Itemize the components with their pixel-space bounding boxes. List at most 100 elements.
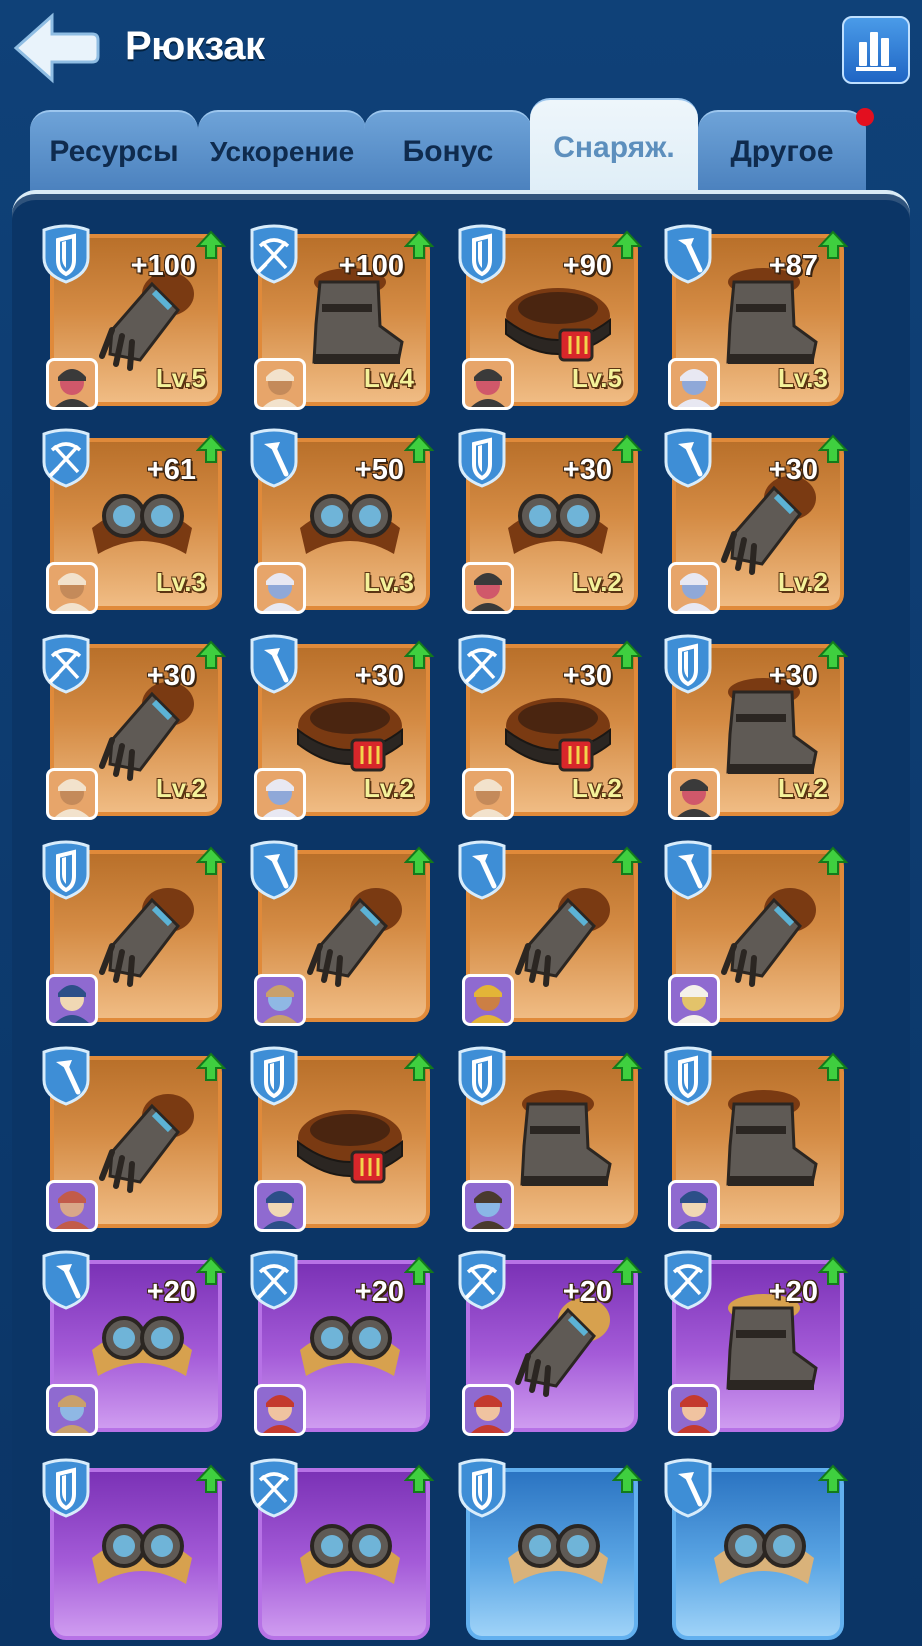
equipment-card[interactable]: +30 Lv.2 <box>664 428 849 614</box>
equipment-card[interactable] <box>458 840 643 1026</box>
equipment-card[interactable] <box>664 840 849 1026</box>
equipment-card[interactable] <box>42 1046 227 1232</box>
stats-button[interactable] <box>842 16 910 84</box>
upgrade-arrow-icon <box>403 846 435 876</box>
upgrade-arrow-icon <box>195 434 227 464</box>
hammer-type-icon <box>246 840 302 900</box>
upgrade-arrow-icon <box>195 846 227 876</box>
hero-avatar <box>668 1384 720 1436</box>
crossbow-type-icon <box>38 428 94 488</box>
equipment-card[interactable] <box>42 1458 227 1640</box>
upgrade-arrow-icon <box>611 230 643 260</box>
gauntlet-icon <box>498 880 618 990</box>
boot-icon <box>498 1086 618 1196</box>
hero-avatar <box>46 562 98 614</box>
goggles-icon <box>704 1498 824 1608</box>
level-label: Lv.2 <box>777 567 828 597</box>
crossbow-type-icon <box>246 1250 302 1310</box>
tab-equipment[interactable]: Снаряж. <box>530 98 698 194</box>
equipment-card[interactable] <box>250 1046 435 1232</box>
upgrade-arrow-icon <box>403 1256 435 1286</box>
hammer-type-icon <box>246 634 302 694</box>
bonus-value: +20 <box>354 1276 404 1308</box>
equipment-card[interactable] <box>42 840 227 1026</box>
hammer-type-icon <box>660 428 716 488</box>
shield-type-icon <box>660 1046 716 1106</box>
upgrade-arrow-icon <box>403 434 435 464</box>
hero-avatar <box>462 974 514 1026</box>
hero-avatar <box>668 562 720 614</box>
hammer-type-icon <box>660 224 716 284</box>
shield-type-icon <box>38 840 94 900</box>
upgrade-arrow-icon <box>611 1464 643 1494</box>
equipment-card[interactable] <box>458 1458 643 1640</box>
level-label: Lv.2 <box>571 567 622 597</box>
equipment-card[interactable]: +100 Lv.4 <box>250 224 435 410</box>
equipment-card[interactable]: +20 <box>42 1250 227 1436</box>
hero-avatar <box>254 1180 306 1232</box>
equipment-card[interactable] <box>664 1046 849 1232</box>
hero-avatar <box>462 358 514 410</box>
upgrade-arrow-icon <box>817 230 849 260</box>
equipment-card[interactable] <box>250 1458 435 1640</box>
shield-type-icon <box>454 224 510 284</box>
bonus-value: +20 <box>768 1276 818 1308</box>
hero-avatar <box>668 768 720 820</box>
tab-bonus[interactable]: Бонус <box>364 110 532 194</box>
equipment-card[interactable]: +20 <box>458 1250 643 1436</box>
equipment-card[interactable]: +100 Lv.5 <box>42 224 227 410</box>
equipment-card[interactable]: +87 Lv.3 <box>664 224 849 410</box>
equipment-card[interactable] <box>458 1046 643 1232</box>
upgrade-arrow-icon <box>195 640 227 670</box>
upgrade-arrow-icon <box>195 1464 227 1494</box>
tab-label: Бонус <box>402 135 494 168</box>
equipment-card[interactable]: +20 <box>250 1250 435 1436</box>
equipment-card[interactable]: +50 Lv.3 <box>250 428 435 614</box>
shield-type-icon <box>454 1458 510 1518</box>
equipment-card[interactable]: +30 Lv.2 <box>458 634 643 820</box>
equipment-card[interactable]: +30 Lv.2 <box>250 634 435 820</box>
equipment-card[interactable] <box>250 840 435 1026</box>
tab-label: Ресурсы <box>49 135 179 168</box>
equipment-card[interactable]: +61 Lv.3 <box>42 428 227 614</box>
equipment-card[interactable]: +30 Lv.2 <box>664 634 849 820</box>
shield-type-icon <box>454 1046 510 1106</box>
back-arrow-icon <box>13 12 100 84</box>
upgrade-arrow-icon <box>611 846 643 876</box>
bonus-value: +87 <box>768 250 818 282</box>
equipment-card[interactable]: +30 Lv.2 <box>458 428 643 614</box>
equipment-card[interactable]: +90 Lv.5 <box>458 224 643 410</box>
tab-bar: Ресурсы Ускорение Бонус Снаряж. Другое <box>30 98 900 194</box>
hero-avatar <box>46 974 98 1026</box>
page-title: Рюкзак <box>125 24 265 68</box>
upgrade-arrow-icon <box>611 1052 643 1082</box>
tab-resources[interactable]: Ресурсы <box>30 110 198 194</box>
boot-icon <box>704 1086 824 1196</box>
hero-avatar <box>254 1384 306 1436</box>
upgrade-arrow-icon <box>611 640 643 670</box>
hero-avatar <box>254 562 306 614</box>
equipment-card[interactable] <box>664 1458 849 1640</box>
bonus-value: +30 <box>768 660 818 692</box>
tab-other[interactable]: Другое <box>698 108 874 194</box>
hammer-type-icon <box>660 1458 716 1518</box>
hammer-type-icon <box>38 1046 94 1106</box>
level-label: Lv.5 <box>571 363 622 393</box>
equipment-card[interactable]: +30 Lv.2 <box>42 634 227 820</box>
tab-speedup[interactable]: Ускорение <box>198 110 366 194</box>
gauntlet-icon <box>290 880 410 990</box>
bonus-value: +30 <box>146 660 196 692</box>
upgrade-arrow-icon <box>195 1256 227 1286</box>
bonus-value: +61 <box>146 454 196 486</box>
bonus-value: +30 <box>354 660 404 692</box>
inventory-panel[interactable]: +100 Lv.5 +100 Lv.4 +90 Lv.5 +87 Lv.3 +6… <box>12 190 910 1646</box>
crossbow-type-icon <box>660 1250 716 1310</box>
upgrade-arrow-icon <box>611 434 643 464</box>
upgrade-arrow-icon <box>817 434 849 464</box>
hammer-type-icon <box>38 1250 94 1310</box>
equipment-card[interactable]: +20 <box>664 1250 849 1436</box>
hammer-type-icon <box>246 428 302 488</box>
hammer-type-icon <box>454 840 510 900</box>
hero-avatar <box>462 562 514 614</box>
back-button[interactable] <box>12 12 100 84</box>
